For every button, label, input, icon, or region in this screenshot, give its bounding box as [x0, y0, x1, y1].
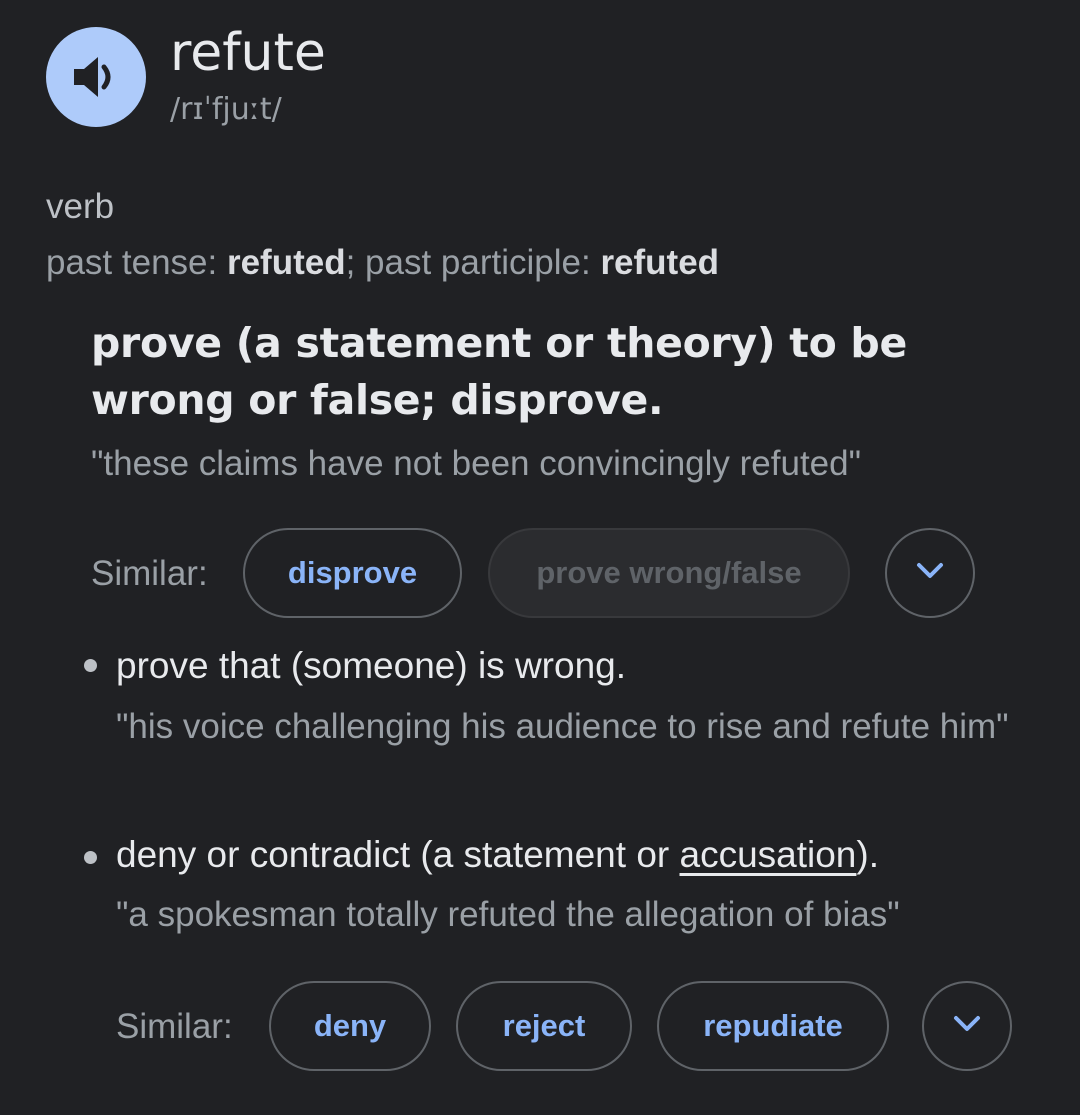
volume-icon: [70, 55, 122, 99]
similar-chip-reject[interactable]: reject: [456, 981, 632, 1071]
past-tense-value: refuted: [226, 243, 346, 282]
forms-separator: ;: [345, 243, 366, 282]
similar-label: Similar:: [116, 1007, 233, 1046]
chevron-down-icon: [953, 1015, 981, 1038]
subsense-definition: deny or contradict (a statement or accus…: [116, 832, 879, 878]
part-of-speech: verb: [46, 187, 115, 226]
bullet-dot: [84, 851, 97, 864]
expand-similar-button[interactable]: [885, 528, 975, 618]
similar-chip-deny[interactable]: deny: [269, 981, 431, 1071]
past-tense-label: past tense:: [46, 243, 227, 282]
subsense-example: "a spokesman totally refuted the allegat…: [116, 895, 900, 934]
similar-chip-repudiate[interactable]: repudiate: [657, 981, 889, 1071]
subsense-definition: prove that (someone) is wrong.: [116, 645, 627, 686]
similar-chip-prove-wrong-false[interactable]: prove wrong/false: [488, 528, 850, 618]
past-participle-value: refuted: [600, 243, 720, 282]
bullet-dot: [84, 659, 97, 672]
primary-definition: prove (a statement or theory) to be wron…: [91, 319, 907, 424]
headword: refute: [170, 23, 326, 83]
similar-chip-disprove[interactable]: disprove: [243, 528, 462, 618]
verb-forms: past tense: refuted; past participle: re…: [46, 241, 719, 285]
past-participle-label: past participle:: [365, 243, 601, 282]
expand-similar-button[interactable]: [922, 981, 1012, 1071]
primary-example: "these claims have not been convincingly…: [91, 444, 862, 483]
accusation-link[interactable]: accusation: [680, 834, 857, 875]
phonetic-spelling: /rɪˈfjuːt/: [170, 92, 282, 127]
chevron-down-icon: [916, 562, 944, 585]
pronunciation-speaker-button[interactable]: [46, 27, 146, 127]
similar-label: Similar:: [91, 554, 208, 593]
subsense-definition-text: deny or contradict (a statement or: [116, 834, 680, 875]
subsense-definition-end: ).: [856, 834, 879, 875]
subsense-example: "his voice challenging his audience to r…: [116, 707, 1009, 746]
